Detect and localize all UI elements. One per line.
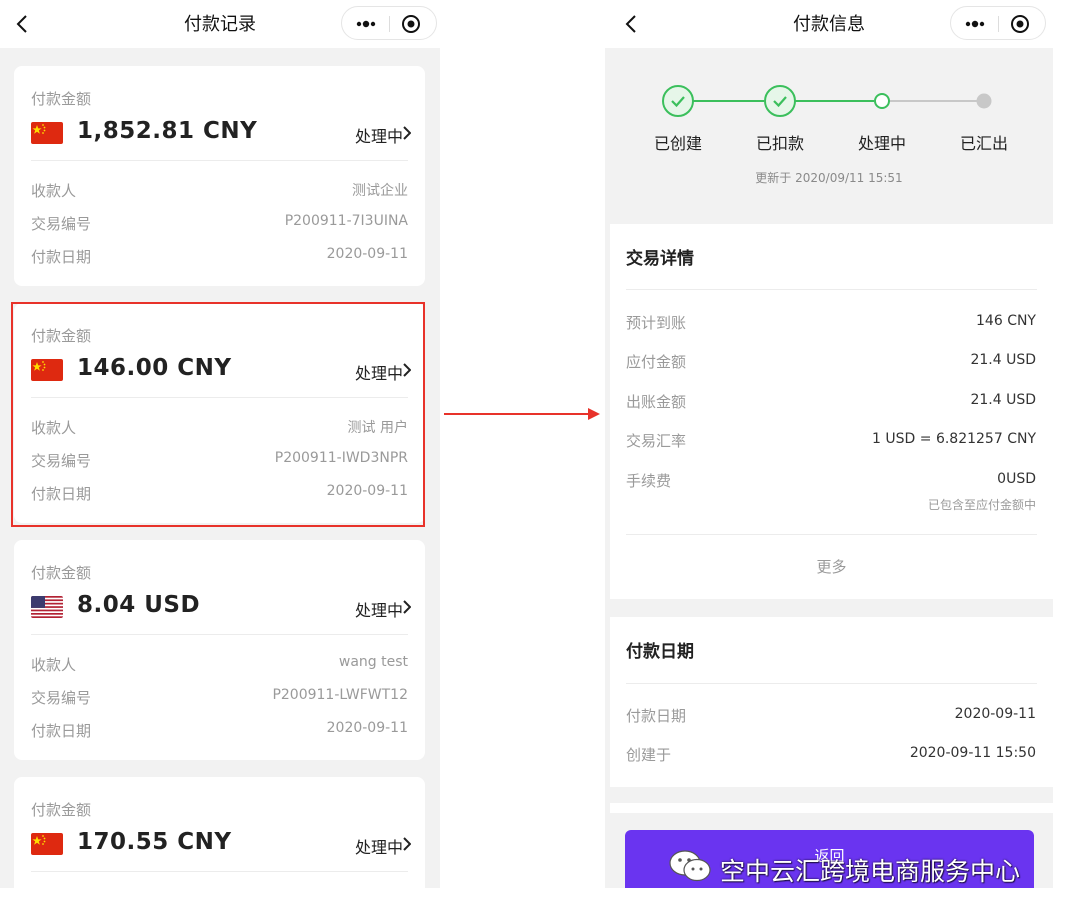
more-icon[interactable] [961,15,989,33]
usa-flag-icon [31,596,63,618]
detail-value: 2020-09-11 15:50 [909,745,1036,761]
close-target-icon[interactable] [1010,14,1030,34]
watermark-text: 空中云汇跨境电商服务中心 [720,857,1021,886]
nav-bar: 付款信息 [605,0,1053,48]
detail-label: 应付金额 [626,353,687,371]
step-label: 已扣款 [755,134,804,153]
capsule-divider [389,16,390,32]
date-label: 付款日期 [31,722,92,740]
detail-value: 0USD [997,471,1036,487]
date-value: 2020-09-11 [326,246,408,262]
section-title: 交易详情 [626,249,694,269]
txn-label: 交易编号 [31,689,92,707]
wechat-logo-icon [669,850,711,882]
nav-bar: 付款记录 [0,0,440,48]
payment-date-section: 付款日期 付款日期 2020-09-11 创建于 2020-09-11 15:5… [610,617,1053,787]
highlight-box [11,302,425,527]
step-label: 处理中 [857,134,906,153]
payee-label: 收款人 [31,656,77,674]
detail-label: 交易汇率 [626,432,687,450]
payee-value: wang test [338,654,408,670]
china-flag-icon [31,833,63,855]
step-current-dot-icon [874,93,890,109]
payment-card[interactable]: 付款金额 8.04 USD 处理中 收款人 wang test 交易编号 P20… [14,540,425,760]
step-pending-dot-icon [976,93,992,109]
divider [31,634,408,635]
section-title: 付款日期 [626,642,694,662]
connector-arrow-icon [444,408,600,420]
more-icon[interactable] [352,15,380,33]
amount-value: 170.55 CNY [77,829,232,855]
amount-label: 付款金额 [31,90,92,108]
divider [31,871,408,872]
detail-value: 21.4 USD [970,392,1036,408]
divider [31,160,408,161]
step-label: 已汇出 [959,134,1008,153]
txn-value: P200911-LWFWT12 [272,687,408,703]
payment-card[interactable]: 付款金额 1,852.81 CNY 处理中 收款人 测试企业 交易编号 P200… [14,66,425,286]
amount-label: 付款金额 [31,801,92,819]
divider [626,289,1037,290]
date-label: 付款日期 [31,248,92,266]
date-value: 2020-09-11 [326,720,408,736]
section-stub [610,803,1053,813]
updated-timestamp: 更新于 2020/09/11 15:51 [755,171,903,185]
detail-label: 出账金额 [626,393,687,411]
chevron-right-icon [403,126,411,140]
divider [626,683,1037,684]
capsule-divider [998,16,999,32]
detail-label: 手续费 [626,472,672,490]
txn-value: P200911-7I3UINA [284,213,408,229]
detail-value: 21.4 USD [970,352,1036,368]
divider [626,534,1037,535]
detail-label: 创建于 [626,746,672,764]
payee-label: 收款人 [31,182,77,200]
payment-info-screen: 付款信息 已创建 已扣款 处理中 已汇出 更新于 2020/09/11 15:5… [605,0,1053,888]
amount-value: 8.04 USD [77,592,201,618]
china-flag-icon [31,122,63,144]
close-target-icon[interactable] [401,14,421,34]
status-link[interactable]: 处理中 [355,834,403,858]
mini-program-capsule [950,6,1046,40]
more-link[interactable]: 更多 [610,556,1053,577]
detail-value: 2020-09-11 [954,706,1036,722]
detail-value: 146 CNY [976,313,1036,329]
step-done-check-icon [764,85,796,117]
mini-program-capsule [341,6,437,40]
chevron-right-icon [403,600,411,614]
status-link[interactable]: 处理中 [355,123,403,147]
fee-note: 已包含至应付金额中 [927,498,1036,512]
txn-label: 交易编号 [31,215,92,233]
payee-value: 测试企业 [352,183,408,199]
amount-value: 1,852.81 CNY [77,118,258,144]
payment-card[interactable]: 付款金额 170.55 CNY 处理中 [14,777,425,888]
status-link[interactable]: 处理中 [355,597,403,621]
transaction-details-section: 交易详情 预计到账 146 CNY 应付金额 21.4 USD 出账金额 21.… [610,224,1053,599]
step-label: 已创建 [653,134,702,153]
amount-label: 付款金额 [31,564,92,582]
detail-label: 付款日期 [626,707,687,725]
detail-value: 1 USD = 6.821257 CNY [872,431,1036,447]
progress-tracker: 已创建 已扣款 处理中 已汇出 更新于 2020/09/11 15:51 [605,48,1053,222]
chevron-right-icon [403,837,411,851]
step-done-check-icon [662,85,694,117]
detail-label: 预计到账 [626,314,687,332]
